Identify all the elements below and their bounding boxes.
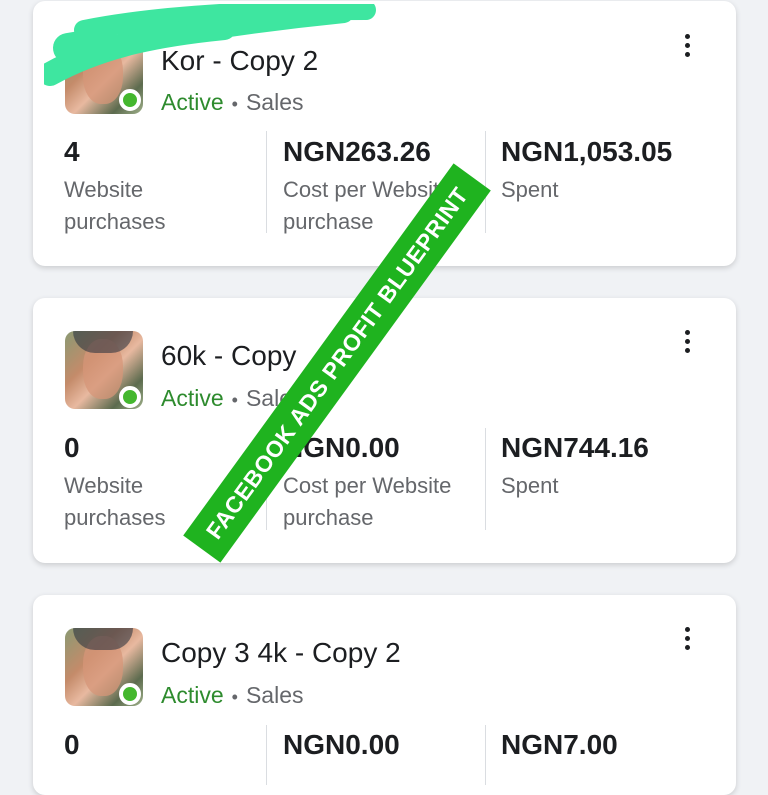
ad-card[interactable]: Copy 3 4k - Copy 2 Active • Sales 0 NGN0.0… bbox=[33, 595, 736, 795]
metric-spent: NGN7.00 bbox=[501, 729, 618, 761]
metric-value: NGN0.00 bbox=[283, 729, 400, 760]
metric-cost-per-purchase: NGN0.00 bbox=[283, 729, 400, 761]
active-status-dot bbox=[119, 386, 141, 408]
metric-divider bbox=[485, 131, 486, 233]
ad-name[interactable]: 60k - Copy bbox=[161, 340, 296, 372]
ad-card[interactable]: 60k - Copy Active • Sales 0 Website purcha… bbox=[33, 298, 736, 563]
metric-divider bbox=[266, 725, 267, 785]
metric-value: NGN0.00 bbox=[283, 432, 400, 463]
metric-value: NGN263.26 bbox=[283, 136, 431, 167]
metric-spent: NGN744.16 Spent bbox=[501, 432, 649, 502]
metric-cost-per-purchase: NGN0.00 Cost per Website purchase bbox=[283, 432, 451, 534]
more-options-icon[interactable] bbox=[682, 627, 692, 650]
ad-name[interactable]: Copy 3 4k - Copy 2 bbox=[161, 637, 401, 669]
ad-status-line: Active • Sales bbox=[161, 89, 304, 116]
metric-cost-per-purchase: NGN263.26 Cost per Website purchase bbox=[283, 136, 451, 238]
ad-status-line: Active • Sales bbox=[161, 385, 304, 412]
metric-value: NGN744.16 bbox=[501, 432, 649, 463]
more-options-icon[interactable] bbox=[682, 34, 692, 57]
metric-value: NGN7.00 bbox=[501, 729, 618, 760]
objective-label: Sales bbox=[245, 385, 304, 411]
metric-value: 4 bbox=[64, 136, 80, 167]
status-label: Active bbox=[161, 385, 224, 411]
metric-purchases: 0 Website purchases bbox=[64, 432, 166, 534]
ad-status-line: Active • Sales bbox=[161, 682, 304, 709]
metric-divider bbox=[485, 725, 486, 785]
metric-value: NGN1,053.05 bbox=[501, 136, 673, 167]
status-separator: • bbox=[231, 687, 238, 707]
metric-label: Spent bbox=[501, 473, 559, 498]
status-separator: • bbox=[231, 390, 238, 410]
metric-divider bbox=[266, 428, 267, 530]
metric-value: 0 bbox=[64, 729, 80, 760]
metric-divider bbox=[266, 131, 267, 233]
metric-purchases: 4 Website purchases bbox=[64, 136, 166, 238]
more-options-icon[interactable] bbox=[682, 330, 692, 353]
metric-purchases: 0 bbox=[64, 729, 80, 761]
objective-label: Sales bbox=[245, 682, 304, 708]
metric-label: Spent bbox=[501, 177, 559, 202]
status-label: Active bbox=[161, 682, 224, 708]
metric-label: Website purchases bbox=[64, 177, 166, 234]
objective-label: Sales bbox=[245, 89, 304, 115]
metric-label: Website purchases bbox=[64, 473, 166, 530]
metric-spent: NGN1,053.05 Spent bbox=[501, 136, 672, 206]
metric-label: Cost per Website purchase bbox=[283, 177, 452, 234]
ad-card[interactable]: Kor - Copy 2 Active • Sales 4 Website purc… bbox=[33, 1, 736, 266]
metric-label: Cost per Website purchase bbox=[283, 473, 452, 530]
active-status-dot bbox=[119, 89, 141, 111]
status-separator: • bbox=[231, 94, 238, 114]
active-status-dot bbox=[119, 683, 141, 705]
metric-value: 0 bbox=[64, 432, 80, 463]
ad-name[interactable]: Kor - Copy 2 bbox=[161, 45, 318, 77]
status-label: Active bbox=[161, 89, 224, 115]
metric-divider bbox=[485, 428, 486, 530]
